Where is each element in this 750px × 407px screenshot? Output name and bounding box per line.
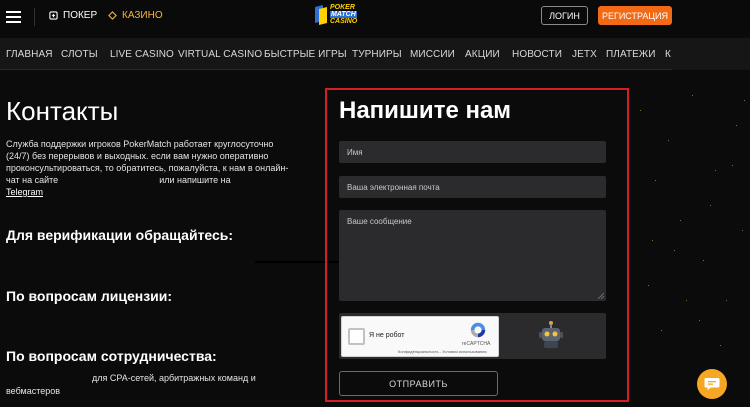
poker-label: ПОКЕР — [63, 10, 98, 21]
nav-item-promotions[interactable]: АКЦИИ — [465, 49, 500, 60]
nav-item-home[interactable]: ГЛАВНАЯ — [6, 49, 53, 60]
chat-bubble-icon — [704, 378, 720, 390]
message-textarea[interactable]: Ваше сообщение — [339, 210, 606, 301]
logo-line2: MATCH — [330, 11, 358, 18]
nav-item-contacts[interactable]: К — [665, 49, 671, 60]
login-button[interactable]: ЛОГИН — [541, 6, 588, 25]
header-divider — [34, 8, 35, 26]
nav-item-virtual-casino[interactable]: VIRTUAL CASINO — [178, 49, 262, 60]
cooperation-text: для CPA-сетей, арбитражных команд и вебм… — [6, 372, 296, 398]
nav-item-jetx[interactable]: JETX — [572, 49, 597, 60]
recaptcha-checkbox[interactable] — [348, 328, 365, 345]
recaptcha-widget: Я не робот reCAPTCHA Конфиденциальность … — [341, 316, 499, 357]
nav-item-payments[interactable]: ПЛАТЕЖИ — [606, 49, 656, 60]
pokermatch-logo[interactable]: POKER MATCH CASINO — [314, 3, 364, 30]
support-description: Служба поддержки игроков PokerMatch рабо… — [6, 138, 296, 198]
cooperation-text-body: для CPA-сетей, арбитражных команд и вебм… — [6, 373, 256, 396]
support-description-tail: или напишите на — [159, 175, 231, 185]
nav-item-news[interactable]: НОВОСТИ — [512, 49, 562, 60]
name-field[interactable]: Имя — [339, 141, 606, 163]
form-title: Напишите нам — [339, 97, 512, 124]
logo-text: POKER MATCH CASINO — [330, 4, 358, 25]
submit-button[interactable]: ОТПРАВИТЬ — [339, 371, 498, 396]
top-header: ПОКЕР КАЗИНО POKER MATCH CASINO ЛОГИН РЕ… — [0, 0, 750, 34]
email-field[interactable]: Ваша электронная почта — [339, 176, 606, 198]
cooperation-heading: По вопросам сотрудничества: — [6, 348, 217, 364]
page-title: Контакты — [6, 96, 119, 126]
diamond-icon — [108, 11, 117, 20]
recaptcha-label: Я не робот — [369, 332, 405, 339]
recaptcha-links[interactable]: Конфиденциальность - Условия использован… — [398, 349, 487, 354]
message-placeholder: Ваше сообщение — [347, 217, 412, 226]
nav-item-tournaments[interactable]: ТУРНИРЫ — [352, 49, 402, 60]
nav-underline — [0, 69, 672, 70]
recaptcha-logo-icon — [470, 322, 486, 338]
name-placeholder: Имя — [347, 147, 363, 157]
logo-line3: CASINO — [330, 18, 358, 25]
nav-item-slots[interactable]: СЛОТЫ — [61, 49, 98, 60]
chat-button[interactable] — [697, 369, 727, 399]
telegram-link[interactable]: Telegram — [6, 187, 43, 197]
poker-link[interactable]: ПОКЕР — [49, 10, 97, 21]
nav-item-fast-games[interactable]: БЫСТРЫЕ ИГРЫ — [264, 49, 347, 60]
support-description-text: Служба поддержки игроков PokerMatch рабо… — [6, 139, 289, 185]
email-placeholder: Ваша электронная почта — [347, 182, 440, 192]
license-heading: По вопросам лицензии: — [6, 288, 173, 304]
nav-item-missions[interactable]: МИССИИ — [410, 49, 455, 60]
spade-icon — [49, 11, 58, 20]
nav-item-live-casino[interactable]: LIVE CASINO — [110, 49, 174, 60]
casino-link[interactable]: КАЗИНО — [108, 10, 163, 21]
casino-label: КАЗИНО — [122, 10, 163, 21]
logo-mark-icon — [315, 5, 327, 25]
logo-line1: POKER — [330, 4, 355, 11]
register-button[interactable]: РЕГИСТРАЦИЯ — [598, 6, 672, 25]
resize-handle-icon[interactable] — [598, 293, 604, 299]
main-nav: ГЛАВНАЯ СЛОТЫ LIVE CASINO VIRTUAL CASINO… — [0, 38, 750, 70]
verification-heading: Для верификации обращайтесь: — [6, 227, 234, 243]
hamburger-icon[interactable] — [6, 11, 21, 23]
robot-icon — [539, 321, 563, 348]
recaptcha-brand: reCAPTCHA — [462, 341, 491, 347]
